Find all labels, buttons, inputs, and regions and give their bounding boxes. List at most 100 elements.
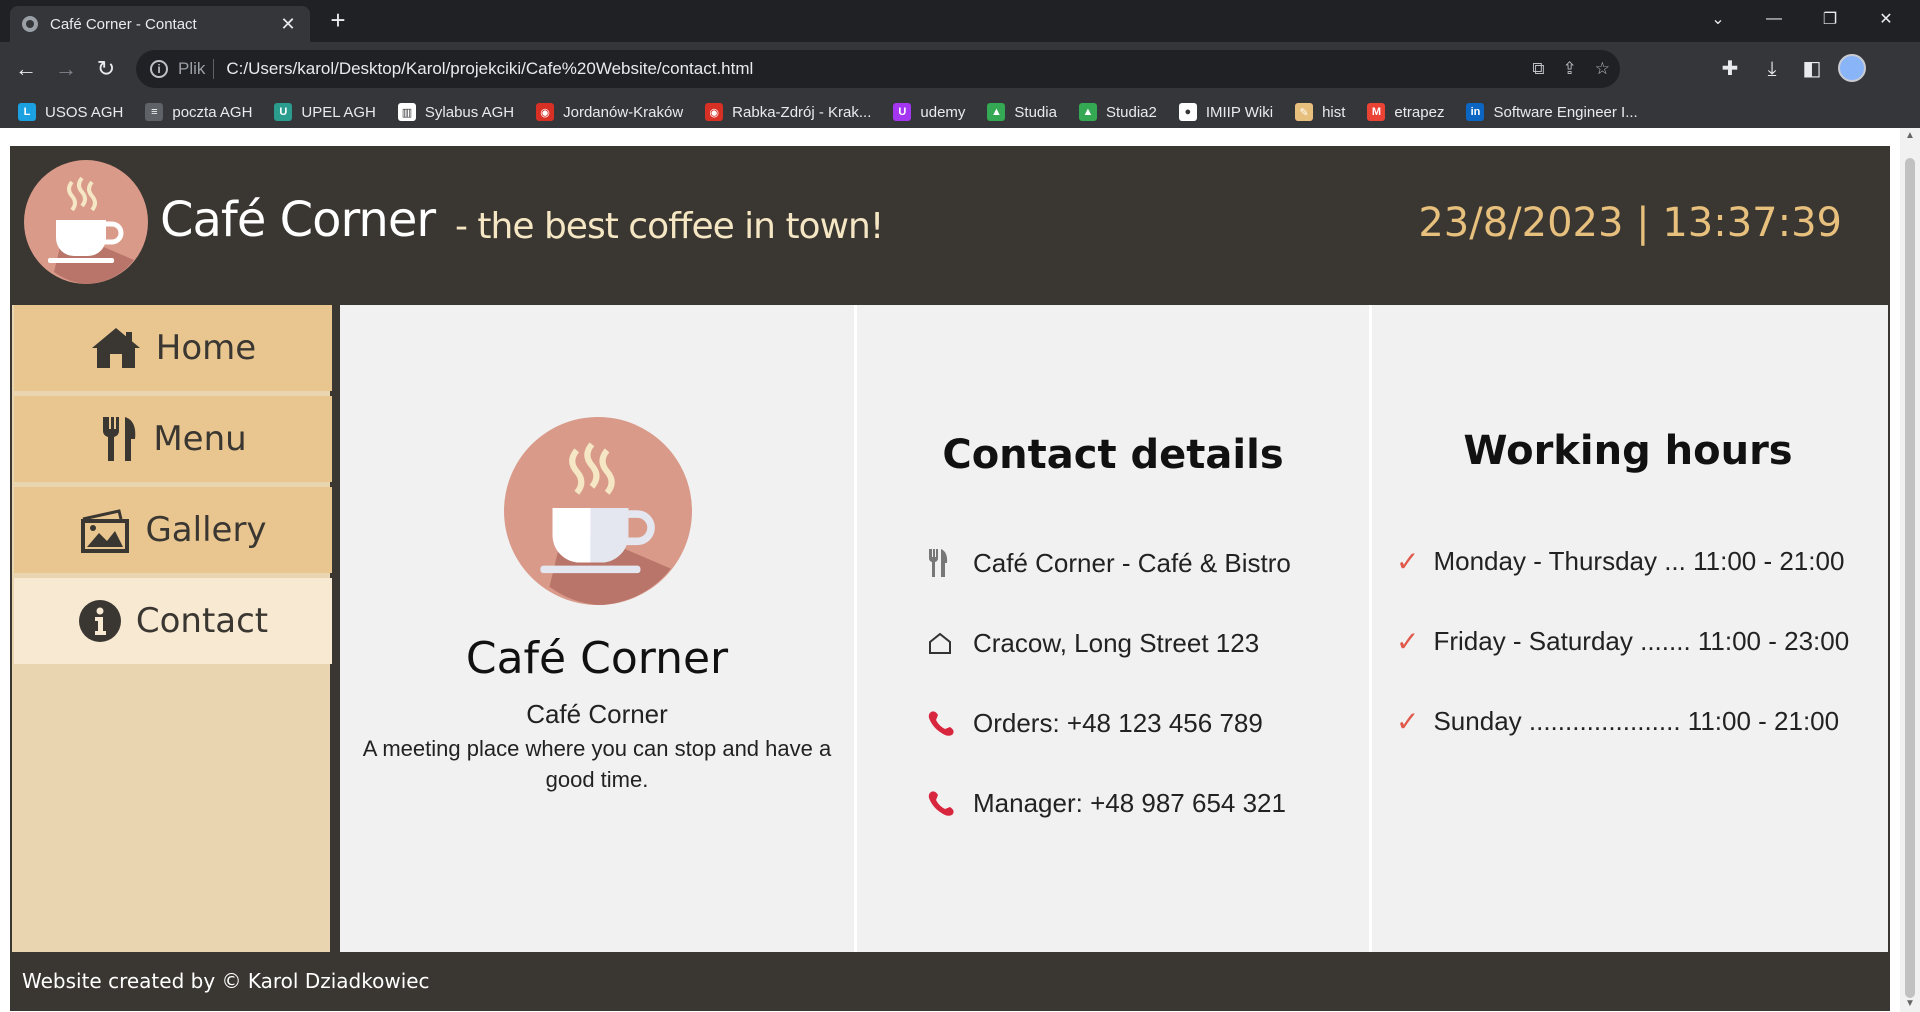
bookmark-item[interactable]: ▲ Studia2 bbox=[1078, 103, 1157, 121]
site-tagline: - the best coffee in town! bbox=[455, 206, 884, 247]
side-panel-icon[interactable]: ◧ bbox=[1798, 55, 1826, 83]
date-time-display: 23/8/2023 | 13:37:39 bbox=[1418, 200, 1842, 246]
phone-icon bbox=[927, 708, 973, 738]
bookmark-star-icon[interactable]: ☆ bbox=[1595, 59, 1610, 79]
drive-icon: ▲ bbox=[1078, 103, 1097, 121]
hours-text: Friday - Saturday ....... 11:00 - 23:00 bbox=[1433, 625, 1850, 656]
translate-icon[interactable]: ⧉ bbox=[1532, 59, 1544, 79]
bookmark-item[interactable]: U UPEL AGH bbox=[274, 103, 376, 121]
hours-text: Sunday ..................... 11:00 - 21:… bbox=[1433, 705, 1840, 736]
bookmark-item[interactable]: ≡ poczta AGH bbox=[145, 103, 252, 121]
address-bar[interactable]: i Plik C:/Users/karol/Desktop/Karol/proj… bbox=[136, 50, 1620, 88]
coffee-logo-icon bbox=[24, 160, 148, 284]
site-brand[interactable]: Café Corner bbox=[160, 192, 436, 248]
close-window-button[interactable]: ✕ bbox=[1858, 0, 1914, 38]
scroll-down-icon[interactable]: ▼ bbox=[1904, 998, 1916, 1010]
contact-item-text: Cracow, Long Street 123 bbox=[973, 627, 1260, 658]
browser-tab-strip: Café Corner - Contact ✕ + ⌄ — ❐ ✕ bbox=[0, 0, 1920, 42]
globe-icon bbox=[22, 16, 38, 32]
checkmark-icon: ✓ bbox=[1396, 705, 1420, 737]
bookmark-label: hist bbox=[1322, 103, 1346, 121]
forward-button[interactable]: → bbox=[50, 53, 82, 85]
site-header: Café Corner - the best coffee in town! 2… bbox=[10, 146, 1890, 304]
scrollbar-thumb[interactable] bbox=[1905, 158, 1915, 998]
bookmark-item[interactable]: ● IMIIP Wiki bbox=[1178, 103, 1274, 121]
bookmark-label: UPEL AGH bbox=[301, 103, 376, 121]
new-tab-button[interactable]: + bbox=[324, 6, 352, 34]
restore-button[interactable]: ❐ bbox=[1802, 0, 1858, 38]
about-section: Café Corner Café Corner A meeting place … bbox=[340, 305, 854, 952]
contact-heading: Contact details bbox=[942, 432, 1284, 478]
bookmark-label: Studia2 bbox=[1105, 103, 1157, 121]
contact-item-text: Manager: +48 987 654 321 bbox=[973, 787, 1286, 818]
nav-gallery[interactable]: Gallery bbox=[14, 487, 332, 573]
bookmark-item[interactable]: Metrapez bbox=[1367, 103, 1444, 121]
contact-item-name: Café Corner - Café & Bistro bbox=[927, 543, 1291, 583]
browser-tab[interactable]: Café Corner - Contact ✕ bbox=[10, 6, 310, 42]
bookmark-label: udemy bbox=[920, 103, 966, 121]
nav-menu[interactable]: Menu bbox=[14, 396, 332, 482]
nav-home-label: Home bbox=[155, 328, 257, 368]
utensils-icon bbox=[927, 547, 973, 579]
nav-home[interactable]: Home bbox=[14, 305, 332, 391]
about-title: Café Corner bbox=[465, 633, 729, 684]
tab-search-icon[interactable]: ⌄ bbox=[1690, 0, 1746, 38]
share-icon[interactable]: ⇪ bbox=[1563, 59, 1577, 79]
house-icon bbox=[927, 631, 973, 655]
vertical-scrollbar[interactable]: ▲ ▼ bbox=[1900, 128, 1920, 1012]
cafe-website: Café Corner - the best coffee in town! 2… bbox=[10, 146, 1890, 1011]
checkmark-icon: ✓ bbox=[1396, 625, 1420, 657]
mail-icon: ≡ bbox=[145, 103, 164, 121]
close-tab-icon[interactable]: ✕ bbox=[278, 14, 298, 35]
tab-title: Café Corner - Contact bbox=[50, 15, 197, 33]
utensils-icon bbox=[103, 417, 136, 461]
bookmark-item[interactable]: L USOS AGH bbox=[18, 103, 123, 121]
hist-icon: ✎ bbox=[1295, 103, 1314, 121]
phone-icon bbox=[927, 788, 973, 818]
bookmark-item[interactable]: ✎ hist bbox=[1295, 103, 1345, 121]
minimize-button[interactable]: — bbox=[1746, 0, 1802, 38]
bookmark-item[interactable]: ▥ Sylabus AGH bbox=[397, 103, 515, 121]
working-hours-section: Working hours ✓ Monday - Thursday ... 11… bbox=[1372, 305, 1884, 952]
contact-main: Café Corner Café Corner A meeting place … bbox=[340, 305, 1888, 952]
back-button[interactable]: ← bbox=[10, 53, 42, 85]
drive-icon: ▲ bbox=[987, 103, 1006, 121]
address-url[interactable]: C:/Users/karol/Desktop/Karol/projekciki/… bbox=[226, 59, 753, 79]
reload-button[interactable]: ↻ bbox=[90, 53, 122, 85]
address-scheme-label: Plik bbox=[178, 59, 206, 78]
contact-item-manager[interactable]: Manager: +48 987 654 321 bbox=[927, 783, 1286, 823]
contact-item-orders[interactable]: Orders: +48 123 456 789 bbox=[927, 703, 1263, 743]
coffee-cup-icon bbox=[504, 417, 692, 605]
hours-heading: Working hours bbox=[1463, 428, 1793, 474]
scroll-up-icon[interactable]: ▲ bbox=[1904, 130, 1916, 142]
bookmark-item[interactable]: Uudemy bbox=[893, 103, 965, 121]
bookmark-item[interactable]: ◉ Jordanów-Kraków bbox=[536, 103, 683, 121]
bookmark-item[interactable]: ▲ Studia bbox=[987, 103, 1057, 121]
hours-text: Monday - Thursday ... 11:00 - 21:00 bbox=[1433, 545, 1845, 576]
bookmarks-bar: L USOS AGH ≡ poczta AGH U UPEL AGH ▥ Sylabus AG… bbox=[0, 96, 1920, 128]
hours-row: ✓ Monday - Thursday ... 11:00 - 21:00 bbox=[1396, 541, 1844, 581]
home-icon bbox=[91, 328, 140, 368]
about-subtitle: Café Corner bbox=[526, 699, 668, 729]
hours-row: ✓ Friday - Saturday ....... 11:00 - 23:0… bbox=[1396, 621, 1849, 661]
bus-icon: ◉ bbox=[705, 103, 724, 121]
gallery-icon bbox=[81, 509, 130, 553]
bookmark-item[interactable]: in Software Engineer I... bbox=[1466, 103, 1638, 121]
etrapez-icon: M bbox=[1367, 103, 1386, 121]
download-icon[interactable]: ⤓ bbox=[1758, 55, 1786, 83]
bookmark-item[interactable]: ◉ Rabka-Zdrój - Krak... bbox=[705, 103, 871, 121]
bookmark-label: IMIIP Wiki bbox=[1205, 103, 1274, 121]
extensions-icon[interactable]: ✚ bbox=[1716, 55, 1744, 83]
bookmark-label: Jordanów-Kraków bbox=[563, 103, 684, 121]
browser-toolbar: ← → ↻ i Plik C:/Users/karol/Desktop/Karo… bbox=[0, 42, 1920, 96]
site-footer: Website created by © Karol Dziadkowiec bbox=[10, 956, 1890, 1011]
bookmark-label: Sylabus AGH bbox=[424, 103, 515, 121]
address-divider bbox=[213, 59, 215, 79]
contact-item-text: Café Corner - Café & Bistro bbox=[973, 547, 1291, 578]
bus-icon: ◉ bbox=[536, 103, 555, 121]
profile-avatar[interactable] bbox=[1838, 54, 1866, 82]
globe-icon: ● bbox=[1178, 103, 1197, 121]
info-icon[interactable]: i bbox=[150, 60, 168, 78]
bookmark-label: USOS AGH bbox=[45, 103, 124, 121]
nav-contact[interactable]: Contact bbox=[14, 578, 332, 664]
